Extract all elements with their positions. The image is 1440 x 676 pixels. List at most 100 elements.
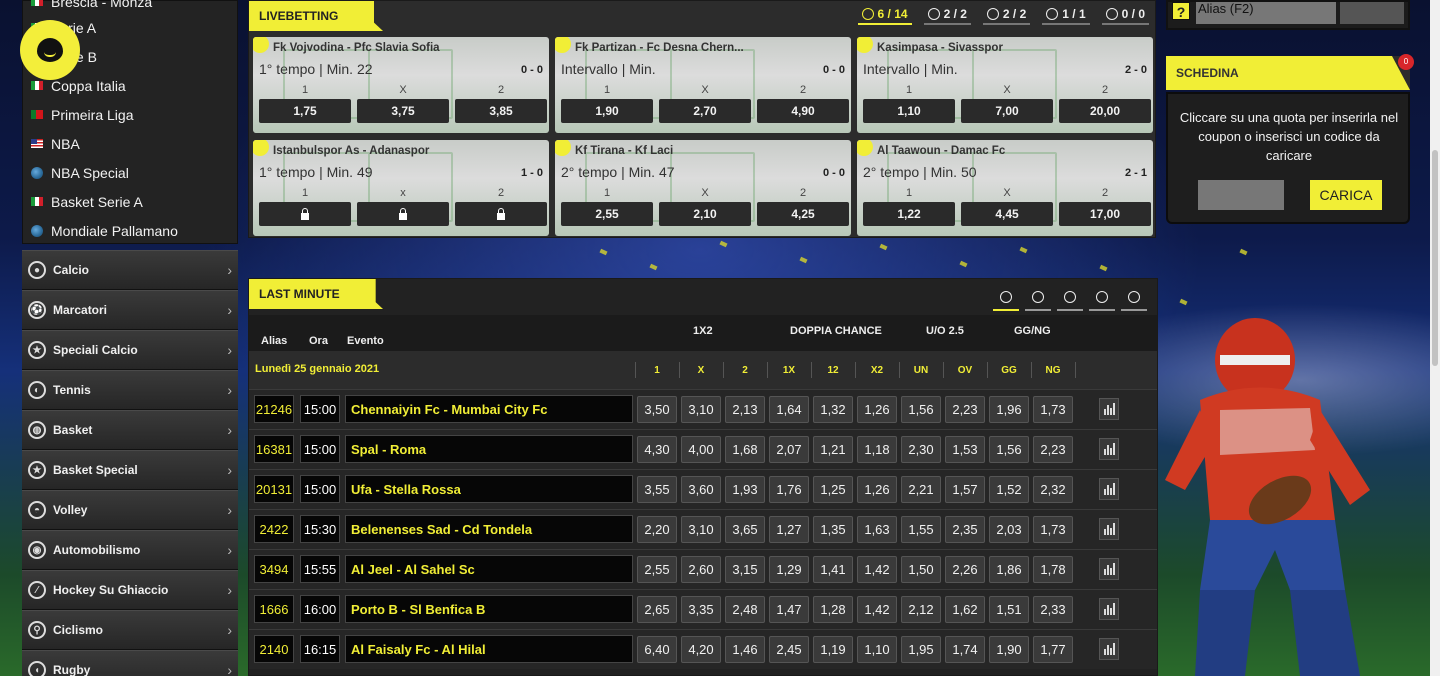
live-count-tab[interactable]: 0 / 0 [1101, 5, 1149, 25]
page-scrollbar[interactable] [1430, 0, 1440, 676]
odd-button[interactable]: 2,13 [725, 396, 765, 423]
stats-chart-icon[interactable] [1099, 638, 1119, 660]
odd-button[interactable]: 4,30 [637, 436, 677, 463]
live-match-card[interactable]: Kf Tirana - Kf Laci 2° tempo | Min. 47 0 -… [555, 140, 851, 236]
odd-button[interactable]: 1,18 [857, 436, 897, 463]
live-count-tab[interactable]: 2 / 2 [923, 5, 971, 25]
sport-item-rugby[interactable]: ◖ Rugby › [22, 650, 238, 676]
sport-filter-tab[interactable] [1089, 285, 1115, 311]
odd-button[interactable]: 1,56 [989, 436, 1029, 463]
live-match-card[interactable]: Fk Vojvodina - Pfc Slavia Sofia 1° tempo … [253, 37, 549, 133]
odd-button[interactable]: 1,27 [769, 516, 809, 543]
event-name-link[interactable]: Spal - Roma [345, 435, 633, 463]
league-item[interactable]: Basket Serie A [23, 187, 237, 216]
live-count-tab[interactable]: 1 / 1 [1042, 5, 1090, 25]
odd-button[interactable]: 1,19 [813, 636, 853, 663]
odd-button[interactable]: 1,41 [813, 556, 853, 583]
odd-button[interactable]: 2,23 [945, 396, 985, 423]
odd-button[interactable]: 1,29 [769, 556, 809, 583]
odd-button[interactable]: 2,55 [561, 202, 653, 226]
odd-button[interactable] [455, 202, 547, 226]
sport-item-speciali-calcio[interactable]: ★ Speciali Calcio › [22, 330, 238, 370]
odd-button[interactable]: 1,96 [989, 396, 1029, 423]
odd-button[interactable]: 1,64 [769, 396, 809, 423]
odd-button[interactable]: 1,86 [989, 556, 1029, 583]
odd-button[interactable]: 2,20 [637, 516, 677, 543]
odd-button[interactable]: 2,30 [901, 436, 941, 463]
odd-button[interactable]: 2,32 [1033, 476, 1073, 503]
league-item[interactable]: Mondiale Pallamano [23, 216, 237, 245]
odd-button[interactable]: 2,70 [659, 99, 751, 123]
odd-button[interactable]: 1,75 [259, 99, 351, 123]
stats-chart-icon[interactable] [1099, 598, 1119, 620]
odd-button[interactable]: 3,75 [357, 99, 449, 123]
event-name-link[interactable]: Chennaiyin Fc - Mumbai City Fc [345, 395, 633, 423]
scrollbar-thumb[interactable] [1432, 150, 1438, 366]
odd-button[interactable]: 2,10 [659, 202, 751, 226]
league-item[interactable]: NBA Special [23, 158, 237, 187]
odd-button[interactable]: 2,55 [637, 556, 677, 583]
sport-item-basket-special[interactable]: ★ Basket Special › [22, 450, 238, 490]
odd-button[interactable]: 1,51 [989, 596, 1029, 623]
odd-button[interactable]: 1,95 [901, 636, 941, 663]
odd-button[interactable]: 2,33 [1033, 596, 1073, 623]
odd-button[interactable]: 4,20 [681, 636, 721, 663]
sport-item-automobilismo[interactable]: ◉ Automobilismo › [22, 530, 238, 570]
odd-button[interactable]: 2,03 [989, 516, 1029, 543]
event-name-link[interactable]: Porto B - Sl Benfica B [345, 595, 633, 623]
odd-button[interactable]: 1,62 [945, 596, 985, 623]
odd-button[interactable]: 1,74 [945, 636, 985, 663]
odd-button[interactable]: 1,90 [989, 636, 1029, 663]
odd-button[interactable]: 4,25 [757, 202, 849, 226]
league-item[interactable]: NBA [23, 129, 237, 158]
odd-button[interactable] [259, 202, 351, 226]
odd-button[interactable]: 3,10 [681, 516, 721, 543]
coupon-code-input[interactable] [1198, 180, 1284, 210]
odd-button[interactable]: 1,50 [901, 556, 941, 583]
alias-input[interactable]: Alias (F2) [1196, 2, 1336, 24]
odd-button[interactable]: 3,15 [725, 556, 765, 583]
odd-button[interactable]: 2,65 [637, 596, 677, 623]
stats-chart-icon[interactable] [1099, 518, 1119, 540]
odd-button[interactable]: 2,45 [769, 636, 809, 663]
odd-button[interactable]: 3,10 [681, 396, 721, 423]
odd-button[interactable]: 1,22 [863, 202, 955, 226]
help-icon[interactable]: ? [1172, 2, 1190, 20]
odd-button[interactable]: 1,73 [1033, 516, 1073, 543]
odd-button[interactable]: 2,07 [769, 436, 809, 463]
alias-search-button[interactable] [1340, 2, 1404, 24]
odd-button[interactable]: 1,93 [725, 476, 765, 503]
sport-item-ciclismo[interactable]: ⚲ Ciclismo › [22, 610, 238, 650]
stats-chart-icon[interactable] [1099, 478, 1119, 500]
odd-button[interactable]: 1,73 [1033, 396, 1073, 423]
odd-button[interactable]: 1,63 [857, 516, 897, 543]
odd-button[interactable]: 4,45 [961, 202, 1053, 226]
odd-button[interactable]: 1,42 [857, 556, 897, 583]
odd-button[interactable]: 3,65 [725, 516, 765, 543]
stats-chart-icon[interactable] [1099, 558, 1119, 580]
odd-button[interactable] [357, 202, 449, 226]
sport-item-basket[interactable]: ◍ Basket › [22, 410, 238, 450]
odd-button[interactable]: 1,32 [813, 396, 853, 423]
odd-button[interactable]: 1,21 [813, 436, 853, 463]
odd-button[interactable]: 1,47 [769, 596, 809, 623]
odd-button[interactable]: 2,23 [1033, 436, 1073, 463]
stats-chart-icon[interactable] [1099, 438, 1119, 460]
odd-button[interactable]: 1,28 [813, 596, 853, 623]
league-item[interactable]: Primeira Liga [23, 100, 237, 129]
live-count-tab[interactable]: 2 / 2 [982, 5, 1031, 25]
odd-button[interactable]: 3,50 [637, 396, 677, 423]
odd-button[interactable]: 1,46 [725, 636, 765, 663]
odd-button[interactable]: 1,77 [1033, 636, 1073, 663]
odd-button[interactable]: 4,00 [681, 436, 721, 463]
chat-button[interactable] [20, 20, 80, 80]
live-match-card[interactable]: Al Taawoun - Damac Fc 2° tempo | Min. 50 2… [857, 140, 1153, 236]
sport-item-calcio[interactable]: ● Calcio › [22, 250, 238, 290]
odd-button[interactable]: 2,60 [681, 556, 721, 583]
sport-item-hockey-su-ghiaccio[interactable]: ⁄ Hockey Su Ghiaccio › [22, 570, 238, 610]
odd-button[interactable]: 1,90 [561, 99, 653, 123]
odd-button[interactable]: 1,35 [813, 516, 853, 543]
odd-button[interactable]: 2,48 [725, 596, 765, 623]
odd-button[interactable]: 3,60 [681, 476, 721, 503]
odd-button[interactable]: 3,55 [637, 476, 677, 503]
